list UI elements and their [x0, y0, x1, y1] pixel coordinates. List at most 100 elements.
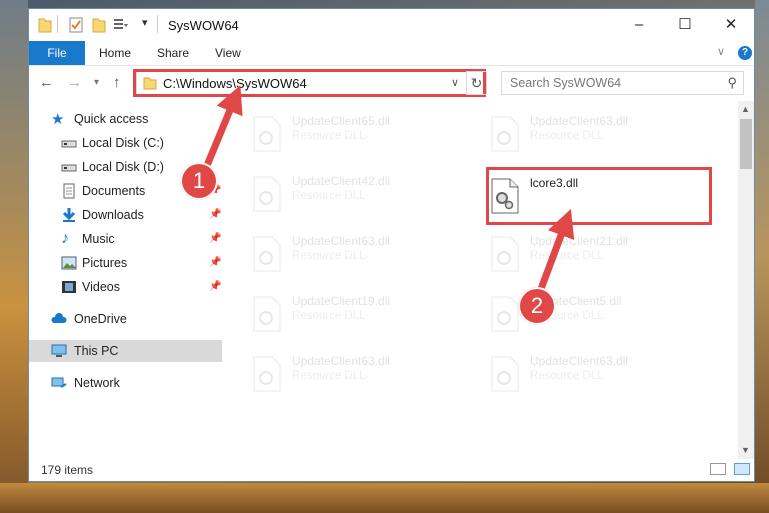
dll-file-icon — [491, 116, 519, 152]
dll-file-icon — [253, 176, 281, 212]
file-tab[interactable]: File — [29, 41, 85, 65]
sidebar-item-network[interactable]: Network — [29, 372, 222, 394]
dll-file-icon — [253, 296, 281, 332]
ribbon: File Home Share View ∨ ? — [29, 41, 754, 66]
scroll-down-icon[interactable]: ▼ — [741, 445, 750, 455]
pin-icon[interactable]: 📌 — [209, 228, 221, 250]
tab-share[interactable]: Share — [157, 41, 189, 65]
search-box[interactable]: Search SysWOW64 ⚲ — [501, 71, 744, 95]
vertical-scrollbar[interactable]: ▲ ▼ — [738, 101, 754, 459]
divider — [157, 15, 158, 33]
recent-locations-icon[interactable]: ▾ — [94, 77, 99, 88]
file-item[interactable]: UpdateClient63.dll Resource DLL — [244, 228, 469, 274]
file-name: UpdateClient63.dll — [530, 114, 629, 128]
forward-arrow-icon[interactable]: → — [67, 74, 82, 91]
dll-file-icon — [253, 356, 281, 392]
refresh-button[interactable]: ↻ — [466, 71, 487, 95]
address-path: C:\Windows\SysWOW64 — [163, 76, 307, 91]
file-name: UpdateClient65.dll — [292, 114, 391, 128]
sidebar-item-label: OneDrive — [74, 312, 127, 326]
address-dropdown-icon[interactable]: ∨ — [451, 76, 459, 89]
pin-icon[interactable]: 📌 — [209, 276, 221, 298]
cloud-icon — [51, 313, 67, 323]
file-type: Resource DLL — [530, 370, 604, 382]
properties-icon[interactable] — [69, 17, 83, 33]
title-bar: ▾ SysWOW64 – ☐ ✕ — [29, 9, 754, 41]
music-icon: ♪ — [61, 230, 69, 247]
scroll-thumb[interactable] — [740, 119, 752, 169]
tab-view[interactable]: View — [215, 41, 241, 65]
file-name: UpdateClient63.dll — [292, 234, 391, 248]
sidebar-item-this-pc[interactable]: This PC — [29, 340, 222, 362]
navigation-pane: ★ Quick access Local Disk (C:) Local Dis… — [29, 104, 222, 444]
sidebar-item-label: Downloads — [82, 208, 144, 222]
window-title: SysWOW64 — [168, 18, 239, 33]
file-name: UpdateClient21.dll — [530, 234, 629, 248]
sidebar-item-pictures[interactable]: Pictures 📌 — [29, 252, 222, 274]
sidebar-item-videos[interactable]: Videos 📌 — [29, 276, 222, 298]
network-icon — [51, 377, 67, 388]
file-item[interactable]: UpdateClient19.dll Resource DLL — [244, 288, 469, 334]
file-item[interactable]: UpdateClient5.dll Resource DLL — [482, 288, 707, 334]
videos-icon — [62, 281, 76, 293]
file-type: Resource DLL — [530, 130, 604, 142]
sidebar-item-downloads[interactable]: Downloads 📌 — [29, 204, 222, 226]
file-type: Resource DLL — [530, 250, 604, 262]
file-name: UpdateClient63.dll — [530, 354, 629, 368]
file-item[interactable]: UpdateClient63.dll Resource DLL — [482, 108, 707, 154]
desktop-wallpaper-left — [0, 0, 28, 513]
file-list: UpdateClient65.dll Resource DLL UpdateCl… — [244, 104, 738, 459]
download-icon — [62, 208, 76, 222]
minimize-button[interactable]: – — [616, 9, 662, 41]
sidebar-item-label: This PC — [74, 344, 119, 358]
item-count: 179 items — [41, 463, 94, 477]
sidebar-item-onedrive[interactable]: OneDrive — [29, 308, 222, 330]
file-item[interactable]: UpdateClient63.dll Resource DLL — [482, 348, 707, 394]
folder-icon — [143, 77, 157, 90]
step-marker-2: 2 — [518, 287, 556, 325]
large-icons-view-icon[interactable] — [734, 463, 750, 475]
help-icon[interactable]: ? — [738, 46, 752, 60]
up-arrow-icon[interactable]: ↑ — [113, 74, 121, 91]
dll-file-icon — [491, 296, 519, 332]
tab-home[interactable]: Home — [99, 41, 131, 65]
quick-access-dropdown-icon[interactable]: ▾ — [142, 16, 148, 29]
sidebar-item-music[interactable]: ♪ Music 📌 — [29, 228, 222, 250]
file-item[interactable]: UpdateClient42.dll Resource DLL — [244, 168, 469, 214]
file-type: Resource DLL — [292, 130, 366, 142]
file-name: UpdateClient42.dll — [292, 174, 391, 188]
pin-icon[interactable]: 📌 — [209, 204, 221, 226]
sidebar-item-label: Pictures — [82, 256, 128, 270]
file-type: Resource DLL — [292, 250, 366, 262]
sidebar-item-label: Documents — [82, 184, 146, 198]
expand-ribbon-icon[interactable]: ∨ — [717, 45, 725, 58]
file-type: Resource DLL — [292, 310, 366, 322]
dll-file-icon — [253, 116, 281, 152]
customize-toolbar-icon[interactable] — [113, 17, 129, 33]
file-type: Resource DLL — [292, 370, 366, 382]
new-folder-icon[interactable] — [92, 17, 106, 33]
desktop-wallpaper-right — [755, 0, 769, 513]
navigation-bar: ← → ▾ ↑ C:\Windows\SysWOW64 ∨ ↻ Search S… — [29, 66, 754, 100]
file-item[interactable]: UpdateClient65.dll Resource DLL — [244, 108, 469, 154]
back-arrow-icon[interactable]: ← — [39, 74, 54, 91]
details-view-icon[interactable] — [710, 463, 726, 475]
sidebar-item-label: Network — [74, 376, 120, 390]
computer-icon — [51, 344, 67, 357]
sidebar-item-local-disk-c[interactable]: Local Disk (C:) — [29, 132, 222, 154]
dll-file-icon — [491, 236, 519, 272]
sidebar-item-quick-access[interactable]: ★ Quick access — [29, 108, 222, 130]
sidebar-item-label: Videos — [82, 280, 120, 294]
maximize-button[interactable]: ☐ — [662, 9, 708, 41]
divider — [57, 15, 58, 33]
file-item[interactable]: UpdateClient63.dll Resource DLL — [244, 348, 469, 394]
drive-icon — [61, 140, 77, 148]
close-button[interactable]: ✕ — [708, 9, 754, 41]
file-item[interactable]: UpdateClient21.dll Resource DLL — [482, 228, 707, 274]
sidebar-item-label: Quick access — [74, 112, 149, 126]
scroll-up-icon[interactable]: ▲ — [741, 104, 750, 114]
star-icon: ★ — [51, 111, 65, 128]
documents-icon — [63, 183, 75, 199]
pin-icon[interactable]: 📌 — [209, 252, 221, 274]
address-bar[interactable]: C:\Windows\SysWOW64 ∨ — [136, 71, 486, 95]
